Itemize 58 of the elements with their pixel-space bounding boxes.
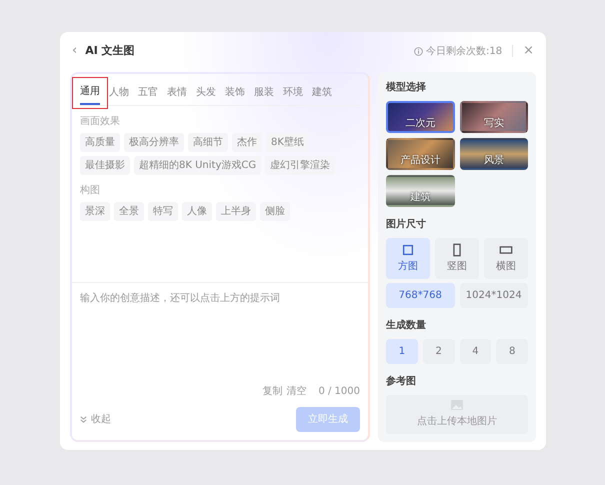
prompt-tag[interactable]: 特写 xyxy=(148,202,178,221)
back-icon[interactable]: ‹ xyxy=(72,41,78,61)
model-thumbnail[interactable]: 写实 xyxy=(460,101,528,133)
size-option[interactable]: 竖图 xyxy=(435,238,479,279)
tab[interactable]: 服装 xyxy=(254,82,274,105)
tab[interactable]: 装饰 xyxy=(225,82,245,105)
section-label: 模型选择 xyxy=(386,80,427,95)
image-icon xyxy=(451,400,463,410)
section-label: 参考图 xyxy=(386,374,417,389)
prompt-tag[interactable]: 虚幻引擎渲染 xyxy=(265,156,336,175)
upload-area[interactable]: 点击上传本地图片 xyxy=(386,395,528,434)
resolution-option[interactable]: 768*768 xyxy=(386,283,454,308)
section-label: 画面效果 xyxy=(80,115,121,129)
count-option[interactable]: 8 xyxy=(496,339,528,364)
prompt-tag[interactable]: 全景 xyxy=(114,202,144,221)
prompt-tag[interactable]: 杰作 xyxy=(232,133,262,152)
model-thumbnail[interactable]: 产品设计 xyxy=(386,138,454,170)
character-counter: 0 / 1000 xyxy=(318,385,360,399)
info-icon xyxy=(414,46,423,56)
prompt-tag[interactable]: 上半身 xyxy=(216,202,256,221)
tab[interactable]: 人物 xyxy=(109,82,129,105)
tab[interactable]: 通用 xyxy=(80,82,100,105)
highlight-frame xyxy=(72,77,108,109)
tab[interactable]: 五官 xyxy=(138,82,158,105)
tab[interactable]: 头发 xyxy=(196,82,216,105)
model-thumbnail[interactable]: 建筑 xyxy=(386,175,454,207)
remaining-count: 今日剩余次数:18 xyxy=(426,44,502,58)
copy-link[interactable]: 复制 xyxy=(262,384,282,399)
prompt-tag[interactable]: 高质量 xyxy=(80,133,120,152)
model-thumbnail[interactable]: 二次元 xyxy=(386,101,454,133)
prompt-tag[interactable]: 人像 xyxy=(182,202,212,221)
prompt-tag[interactable]: 高细节 xyxy=(188,133,228,152)
upload-label: 点击上传本地图片 xyxy=(417,414,497,429)
collapse-link[interactable]: 收起 xyxy=(91,412,111,427)
close-icon[interactable]: × xyxy=(523,41,534,61)
size-option[interactable]: 横图 xyxy=(484,238,528,279)
prompt-tag[interactable]: 8K壁纸 xyxy=(266,133,309,152)
dialog-title: AI 文生图 xyxy=(85,42,135,59)
tab[interactable]: 建筑 xyxy=(312,82,332,105)
square-icon xyxy=(401,243,415,257)
prompt-tag[interactable]: 最佳摄影 xyxy=(80,156,130,175)
tab[interactable]: 环境 xyxy=(283,82,303,105)
count-option[interactable]: 2 xyxy=(422,339,454,364)
size-option[interactable]: 方图 xyxy=(386,238,430,279)
section-label: 构图 xyxy=(80,184,101,198)
clear-link[interactable]: 清空 xyxy=(286,384,306,399)
section-label: 生成数量 xyxy=(386,318,427,333)
prompt-tag[interactable]: 超精细的8K Unity游戏CG xyxy=(134,156,262,175)
resolution-option[interactable]: 1024*1024 xyxy=(460,283,528,308)
model-thumbnail[interactable]: 风景 xyxy=(460,138,528,170)
prompt-tag[interactable]: 侧脸 xyxy=(260,202,290,221)
count-option[interactable]: 1 xyxy=(386,339,418,364)
prompt-tag[interactable]: 景深 xyxy=(80,202,110,221)
count-option[interactable]: 4 xyxy=(460,339,492,364)
prompt-tag[interactable]: 极高分辨率 xyxy=(124,133,184,152)
double-chevron-icon[interactable] xyxy=(80,416,87,423)
section-label: 图片尺寸 xyxy=(386,218,427,232)
tab[interactable]: 表情 xyxy=(167,82,187,105)
